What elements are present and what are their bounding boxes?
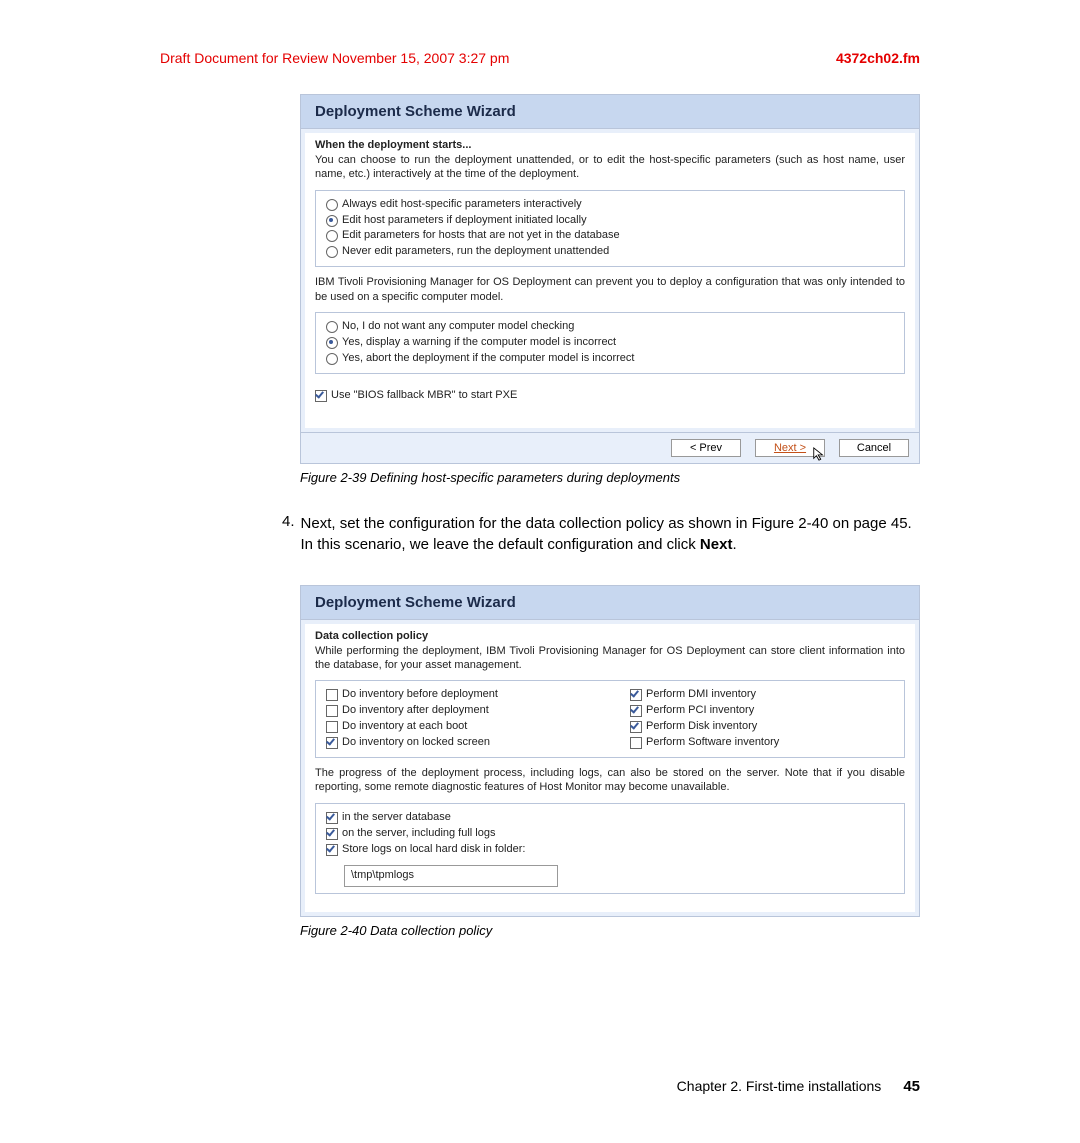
wizard1-intro: You can choose to run the deployment una… — [315, 153, 905, 182]
wizard2-intro: While performing the deployment, IBM Tiv… — [315, 644, 905, 673]
radio-label: Yes, abort the deployment if the compute… — [342, 351, 634, 367]
radio-label: Yes, display a warning if the computer m… — [342, 335, 616, 351]
cursor-icon — [812, 446, 826, 462]
checkbox-label: Do inventory on locked screen — [342, 735, 490, 751]
checkbox-label: Perform Software inventory — [646, 735, 779, 751]
radio-label: Edit host parameters if deployment initi… — [342, 213, 587, 229]
radio-edit-notindb[interactable] — [326, 230, 338, 242]
log-path-input[interactable]: \tmp\tpmlogs — [344, 865, 558, 887]
wizard1-modelcheck-text: IBM Tivoli Provisioning Manager for OS D… — [315, 275, 905, 304]
step-text-a: Next, set the configuration for the data… — [301, 515, 912, 553]
checkbox-label: Do inventory before deployment — [342, 687, 498, 703]
chapter-label: Chapter 2. First-time installations — [677, 1078, 882, 1094]
cancel-button[interactable]: Cancel — [839, 439, 909, 457]
step-4: 4. Next, set the configuration for the d… — [282, 513, 920, 555]
radio-label: No, I do not want any computer model che… — [342, 319, 574, 335]
step-text-c: . — [732, 536, 736, 553]
wizard-panel-1: Deployment Scheme Wizard When the deploy… — [300, 94, 920, 464]
checkbox-inv-locked[interactable] — [326, 737, 338, 749]
checkbox-disk[interactable] — [630, 721, 642, 733]
checkbox-label: Do inventory after deployment — [342, 703, 489, 719]
checkbox-label: in the server database — [342, 810, 451, 826]
page-number: 45 — [903, 1078, 920, 1095]
figure-caption-1: Figure 2-39 Defining host-specific param… — [300, 470, 920, 485]
radio-never-edit[interactable] — [326, 246, 338, 258]
checkbox-inv-after[interactable] — [326, 705, 338, 717]
checkbox-label: on the server, including full logs — [342, 826, 495, 842]
wizard-panel-2: Deployment Scheme Wizard Data collection… — [300, 585, 920, 918]
radio-always-edit[interactable] — [326, 199, 338, 211]
radio-label: Never edit parameters, run the deploymen… — [342, 244, 609, 260]
checkbox-label: Perform Disk inventory — [646, 719, 757, 735]
checkbox-inv-before[interactable] — [326, 689, 338, 701]
checkbox-dmi[interactable] — [630, 689, 642, 701]
wizard1-options2: No, I do not want any computer model che… — [315, 312, 905, 374]
wizard-title: Deployment Scheme Wizard — [301, 95, 919, 129]
checkbox-fulllogs[interactable] — [326, 828, 338, 840]
checkbox-label: Perform DMI inventory — [646, 687, 756, 703]
next-button[interactable]: Next > — [755, 439, 825, 457]
radio-abort-modelcheck[interactable] — [326, 353, 338, 365]
step-text-bold: Next — [700, 536, 733, 553]
checkbox-software[interactable] — [630, 737, 642, 749]
radio-label: Always edit host-specific parameters int… — [342, 197, 582, 213]
wizard2-inventory-options: Do inventory before deployment Do invent… — [315, 680, 905, 758]
next-button-label: Next > — [774, 442, 806, 454]
prev-button[interactable]: < Prev — [671, 439, 741, 457]
wizard-title: Deployment Scheme Wizard — [301, 586, 919, 620]
checkbox-label: Use "BIOS fallback MBR" to start PXE — [331, 388, 517, 404]
radio-no-modelcheck[interactable] — [326, 321, 338, 333]
wizard1-heading: When the deployment starts... — [315, 139, 905, 151]
checkbox-label: Do inventory at each boot — [342, 719, 467, 735]
checkbox-localfolder[interactable] — [326, 844, 338, 856]
checkbox-label: Store logs on local hard disk in folder: — [342, 842, 525, 858]
checkbox-label: Perform PCI inventory — [646, 703, 754, 719]
radio-edit-local[interactable] — [326, 215, 338, 227]
wizard2-heading: Data collection policy — [315, 630, 905, 642]
checkbox-serverdb[interactable] — [326, 812, 338, 824]
filename: 4372ch02.fm — [836, 50, 920, 66]
draft-notice: Draft Document for Review November 15, 2… — [160, 50, 509, 66]
wizard2-store-options: in the server database on the server, in… — [315, 803, 905, 895]
wizard2-progress-text: The progress of the deployment process, … — [315, 766, 905, 795]
radio-warn-modelcheck[interactable] — [326, 337, 338, 349]
step-number: 4. — [282, 513, 295, 555]
wizard1-options1: Always edit host-specific parameters int… — [315, 190, 905, 268]
checkbox-pci[interactable] — [630, 705, 642, 717]
radio-label: Edit parameters for hosts that are not y… — [342, 228, 620, 244]
figure-caption-2: Figure 2-40 Data collection policy — [300, 923, 920, 938]
step-text: Next, set the configuration for the data… — [301, 513, 920, 555]
checkbox-inv-boot[interactable] — [326, 721, 338, 733]
checkbox-bios-fallback[interactable] — [315, 390, 327, 402]
